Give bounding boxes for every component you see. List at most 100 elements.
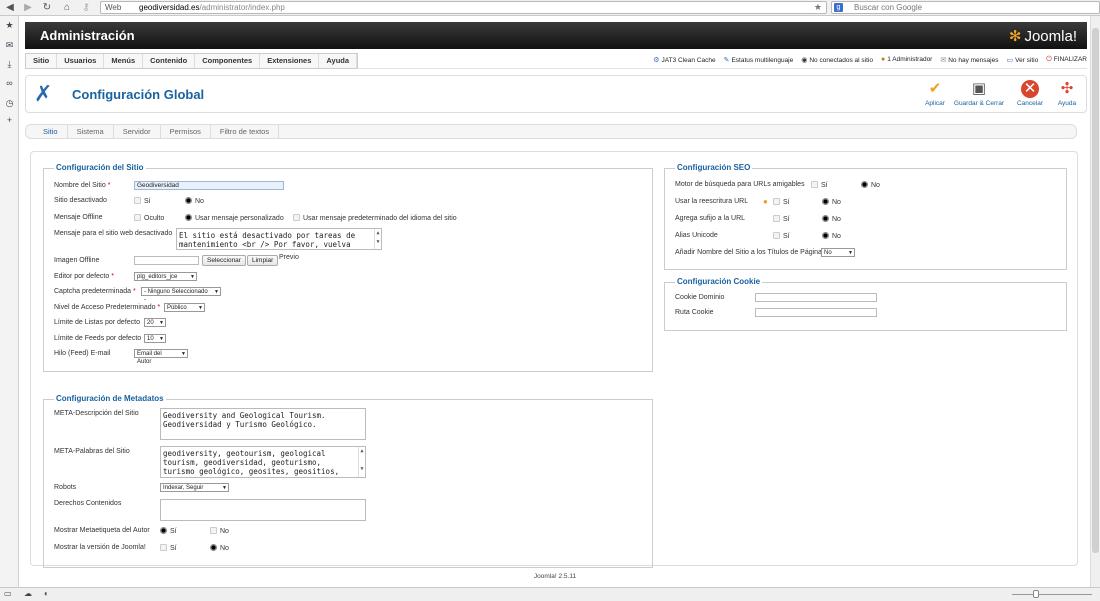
tab-sitio[interactable]: Sitio	[34, 125, 68, 138]
browser-sidebar: ★ ✉ ⤓ ∞ ◷ +	[0, 16, 19, 587]
content-rights-textarea[interactable]	[160, 499, 366, 521]
robots-select[interactable]: Indexar, Seguir	[160, 483, 229, 492]
unicode-no-radio[interactable]: No	[822, 232, 841, 240]
menu-menus[interactable]: Menús	[104, 54, 144, 68]
web-label: Web	[105, 3, 122, 12]
link-icon[interactable]: ∞	[4, 78, 15, 89]
page-scrollbar[interactable]	[1090, 16, 1100, 587]
suffix-no-radio[interactable]: No	[822, 215, 841, 223]
author-yes-radio[interactable]: Sí	[160, 527, 177, 535]
panel-toggle-icon[interactable]: ▭	[4, 589, 12, 598]
menu-contenido[interactable]: Contenido	[143, 54, 196, 68]
search-bar[interactable]: g Buscar con Google	[831, 1, 1100, 14]
feed-limit-select[interactable]: 10	[144, 334, 166, 343]
meta-description-textarea[interactable]: Geodiversity and Geological Tourism. Geo…	[160, 408, 366, 440]
cloud-icon[interactable]: ☁	[24, 589, 32, 598]
sitename-pagetitles-select[interactable]: No	[821, 248, 855, 257]
rewrite-no-radio[interactable]: No	[822, 198, 841, 206]
sef-yes-radio[interactable]: Sí	[811, 181, 828, 189]
tab-permisos[interactable]: Permisos	[161, 125, 211, 138]
editor-select[interactable]: plg_editors_jce	[134, 272, 197, 281]
menu-sitio[interactable]: Sitio	[26, 54, 58, 68]
author-no-radio[interactable]: No	[210, 527, 229, 535]
apply-button[interactable]: ✔ Aplicar	[919, 80, 951, 107]
page-title: Configuración Global	[72, 87, 205, 102]
meta-description-label: META-Descripción del Sitio	[54, 410, 139, 417]
admin-title: Administración	[40, 28, 135, 43]
speed-icon[interactable]: ◐	[44, 589, 49, 598]
unicode-yes-radio[interactable]: Sí	[773, 232, 790, 240]
offline-no-radio[interactable]: No	[185, 197, 204, 205]
add-panel-icon[interactable]: +	[4, 115, 15, 126]
list-limit-select[interactable]: 20	[144, 318, 166, 327]
metadata-title: Configuración de Metadatos	[54, 394, 166, 403]
mail-icon[interactable]: ✉	[4, 40, 15, 51]
cookie-domain-input[interactable]	[755, 293, 877, 302]
access-level-select[interactable]: Público	[164, 303, 205, 312]
site-name-input[interactable]: Geodiversidad	[134, 181, 284, 190]
cache-link[interactable]: ⚙ JAT3 Clean Cache	[653, 56, 715, 64]
zoom-slider-track[interactable]	[1012, 594, 1092, 595]
tab-filtro-textos[interactable]: Filtro de textos	[211, 125, 280, 138]
cookie-title: Configuración Cookie	[675, 277, 763, 286]
suffix-yes-radio[interactable]: Sí	[773, 215, 790, 223]
cancel-icon: ✕	[1021, 80, 1039, 98]
offline-image-input[interactable]	[134, 256, 199, 265]
sef-no-radio[interactable]: No	[861, 181, 880, 189]
offline-yes-radio[interactable]: Sí	[134, 197, 151, 205]
offline-default-radio[interactable]: Usar mensaje predeterminado del idioma d…	[293, 214, 457, 222]
download-icon[interactable]: ⤓	[4, 59, 15, 70]
menu-usuarios[interactable]: Usuarios	[57, 54, 105, 68]
textarea-scroll[interactable]: ▲ ▼	[358, 447, 365, 477]
warning-icon: ●	[763, 197, 768, 206]
url-rewrite-label: Usar la reescritura URL	[675, 198, 749, 205]
cancel-button[interactable]: ✕ Cancelar	[1012, 80, 1048, 107]
list-limit-label: Límite de Listas por defecto	[54, 319, 140, 326]
offline-hidden-radio[interactable]: Oculto	[134, 214, 164, 222]
reload-icon[interactable]: ↻	[41, 2, 53, 14]
logout-link[interactable]: ⏻ FINALIZAR	[1046, 56, 1087, 64]
menu-ayuda[interactable]: Ayuda	[319, 54, 358, 68]
offline-image-label: Imagen Offline	[54, 257, 100, 264]
home-icon[interactable]: ⌂	[61, 2, 73, 14]
rewrite-yes-radio[interactable]: Sí	[773, 198, 790, 206]
sef-label: Motor de búsqueda para URLs amigables	[675, 181, 805, 188]
zoom-slider-handle[interactable]	[1033, 590, 1039, 598]
editor-label: Editor por defecto *	[54, 273, 114, 280]
tab-sistema[interactable]: Sistema	[68, 125, 114, 138]
joomla-logo-icon: ✻	[1008, 28, 1022, 45]
power-icon: ⏻	[1046, 56, 1052, 63]
bookmark-icon[interactable]: ★	[4, 20, 15, 31]
menu-componentes[interactable]: Componentes	[195, 54, 261, 68]
offline-text-area[interactable]: El sitio está desactivado por tareas de …	[176, 228, 382, 250]
forward-icon[interactable]: ▶	[22, 2, 34, 14]
back-icon[interactable]: ◀	[4, 2, 16, 14]
tab-servidor[interactable]: Servidor	[114, 125, 161, 138]
feed-email-select[interactable]: Email del Autor	[134, 349, 188, 365]
view-site-link[interactable]: ▭ Ver sitio	[1006, 56, 1038, 64]
scrollbar-thumb[interactable]	[1092, 28, 1099, 553]
clear-image-button[interactable]: Limpiar	[247, 255, 279, 266]
main-menu: Sitio Usuarios Menús Contenido Component…	[25, 53, 359, 69]
robots-label: Robots	[54, 484, 77, 491]
select-image-button[interactable]: Seleccionar	[202, 255, 246, 266]
config-panel: Configuración del Sitio Nombre del Sitio…	[30, 151, 1078, 568]
history-icon[interactable]: ◷	[4, 98, 15, 109]
textarea-scroll[interactable]: ▲ ▼	[374, 229, 381, 249]
help-button[interactable]: ✣ Ayuda	[1052, 80, 1082, 107]
save-close-button[interactable]: ▣ Guardar & Cerrar	[948, 80, 1010, 107]
messages-status[interactable]: ✉ No hay mensajes	[940, 56, 998, 64]
cookie-path-input[interactable]	[755, 308, 877, 317]
address-bar[interactable]: Web geodiversidad.es/administrator/index…	[100, 1, 827, 14]
lang-status-link[interactable]: ✎ Estatus multilenguaje	[724, 56, 794, 64]
bookmark-star-icon[interactable]: ★	[814, 2, 822, 13]
site-config-title: Configuración del Sitio	[54, 163, 146, 172]
version-yes-radio[interactable]: Sí	[160, 544, 177, 552]
meta-keywords-textarea[interactable]: geodiversity, geotourism, geological tou…	[160, 446, 366, 478]
joomla-version-label: Mostrar la versión de Joomla!	[54, 544, 146, 551]
captcha-select[interactable]: - Ninguno Seleccionado -	[141, 287, 221, 303]
version-no-radio[interactable]: No	[210, 544, 229, 552]
menu-extensiones[interactable]: Extensiones	[260, 54, 320, 68]
offline-custom-radio[interactable]: Usar mensaje personalizado	[185, 214, 284, 222]
key-icon[interactable]: ⚷	[80, 2, 92, 14]
